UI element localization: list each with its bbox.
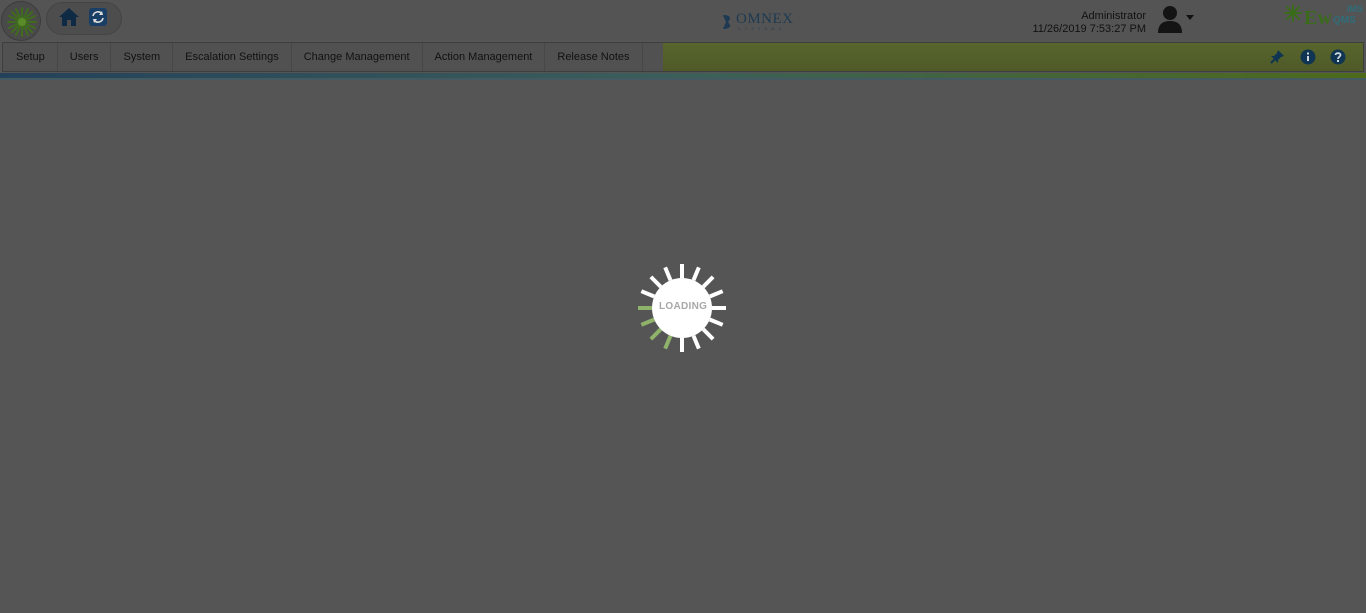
menu-item-escalation-settings[interactable]: Escalation Settings (173, 43, 292, 71)
app-header: OMNEX SYSTEMS Administrator 11/26/2019 7… (0, 0, 1366, 41)
brand-subtext: SYSTEMS (738, 26, 786, 31)
header-accent-line (0, 78, 1366, 80)
main-menu: Setup Users System Escalation Settings C… (3, 43, 643, 71)
spinner-spoke (640, 289, 656, 299)
user-avatar-icon[interactable] (1156, 4, 1184, 34)
info-icon[interactable] (1300, 49, 1316, 65)
help-icon[interactable] (1330, 49, 1346, 65)
home-icon[interactable] (58, 6, 80, 28)
ewqms-flower-icon (1284, 4, 1302, 22)
spinner-spoke (708, 289, 724, 299)
spinner-spoke (640, 317, 656, 327)
menu-item-change-management[interactable]: Change Management (292, 43, 423, 71)
main-menu-bar: Setup Users System Escalation Settings C… (2, 42, 1364, 72)
menu-item-release-notes[interactable]: Release Notes (545, 43, 643, 71)
product-logo-main: Ew (1304, 7, 1332, 29)
menu-item-system[interactable]: System (111, 43, 174, 71)
omnex-mark-icon (723, 15, 731, 29)
user-datetime: 11/26/2019 7:53:27 PM (1032, 23, 1146, 35)
refresh-icon[interactable] (88, 7, 108, 27)
menu-item-users[interactable]: Users (58, 43, 112, 71)
user-name: Administrator (1081, 10, 1146, 22)
spinner-spoke (663, 266, 673, 282)
menu-bar-accent (663, 43, 1363, 71)
menu-item-action-management[interactable]: Action Management (423, 43, 546, 71)
spinner-spoke (663, 334, 673, 350)
sunburst-logo-icon (7, 7, 37, 37)
product-logo-bottom: QMS (1333, 15, 1356, 26)
menu-item-setup[interactable]: Setup (3, 43, 58, 71)
caret-down-icon[interactable] (1186, 15, 1194, 21)
spinner-spoke (691, 334, 701, 350)
spinner-spoke (701, 327, 715, 341)
product-logo-top: IMS (1347, 4, 1364, 14)
loading-text: LOADING (659, 301, 708, 312)
spinner-spoke (708, 317, 724, 327)
spinner-spoke (649, 327, 663, 341)
app-logo[interactable] (1, 1, 41, 41)
pin-icon[interactable] (1269, 49, 1285, 65)
spinner-spoke (649, 275, 663, 289)
spinner-spoke (691, 266, 701, 282)
spinner-spoke (701, 275, 715, 289)
